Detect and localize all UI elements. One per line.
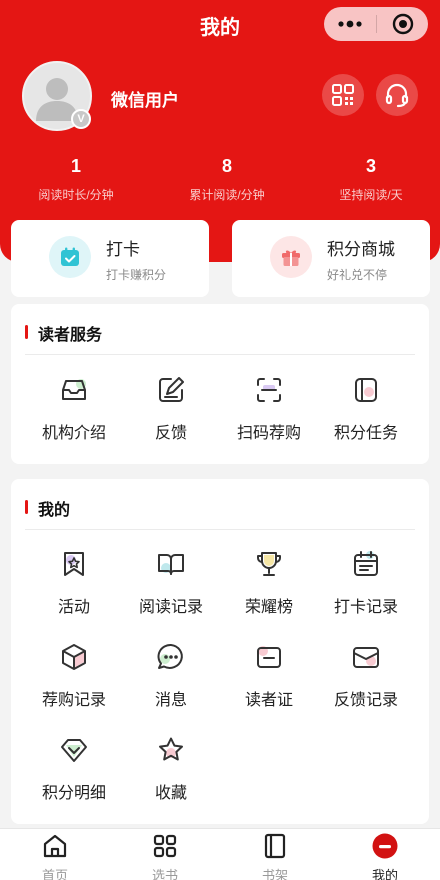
edit-icon — [159, 377, 184, 402]
stat-streak-days: 3 坚持阅读/天 — [298, 154, 440, 203]
service-item-scan-recommend[interactable]: 扫码荐购 — [217, 375, 321, 455]
mine-label: 反馈记录 — [333, 692, 398, 709]
profile-icon — [372, 833, 398, 859]
close-target-icon — [392, 13, 413, 35]
service-item-institution[interactable]: 机构介绍 — [22, 375, 126, 455]
home-icon — [43, 834, 67, 858]
tab-label: 书架 — [261, 868, 288, 880]
stat-value: 8 — [221, 156, 232, 176]
mine-label: 活动 — [57, 599, 90, 616]
mine-item-recommend-record[interactable]: 荐购记录 — [22, 642, 126, 722]
service-label: 反馈 — [154, 425, 187, 442]
trophy-icon — [257, 552, 281, 576]
mine-item-checkin-record[interactable]: 打卡记录 — [314, 549, 418, 629]
task-icon — [355, 378, 377, 402]
star-icon — [159, 737, 183, 761]
tab-choose-books[interactable]: 选书 — [110, 829, 220, 880]
checkin-title: 打卡 — [106, 240, 140, 259]
tab-home[interactable]: 首页 — [0, 829, 110, 880]
mine-item-message[interactable]: 消息 — [119, 642, 223, 722]
stat-reading-time: 1 阅读时长/分钟 — [3, 154, 149, 203]
mine-section: 我的 活动 阅读记录 荣耀榜 打卡记录 荐购记录 消息 读者证 反馈记录 积分明… — [11, 479, 429, 824]
tab-label: 我的 — [371, 868, 398, 880]
tab-label: 首页 — [41, 868, 68, 880]
qrcode-button[interactable] — [322, 74, 364, 116]
checkin-subtitle: 打卡赚积分 — [106, 268, 167, 282]
service-label: 扫码荐购 — [236, 425, 301, 442]
qrcode-icon — [332, 84, 354, 106]
bottom-tab-bar: 首页 选书 书架 我的 — [0, 828, 440, 880]
mine-item-feedback-record[interactable]: 反馈记录 — [314, 642, 418, 722]
section-title: 读者服务 — [38, 327, 103, 344]
close-button[interactable] — [377, 7, 428, 41]
mall-title: 积分商城 — [327, 240, 395, 259]
mail-icon — [353, 647, 379, 668]
section-header: 读者服务 — [25, 321, 415, 355]
mine-label: 消息 — [154, 692, 187, 709]
more-button[interactable] — [324, 7, 376, 41]
message-icon — [157, 643, 183, 669]
book-open-icon — [158, 554, 184, 575]
more-dots-icon — [338, 20, 362, 28]
tab-mine[interactable]: 我的 — [330, 829, 440, 880]
mall-icon-wrap — [270, 236, 312, 278]
mall-subtitle: 好礼兑不停 — [327, 268, 388, 282]
section-accent-bar — [25, 325, 28, 339]
mine-label: 荣耀榜 — [244, 599, 293, 616]
activity-icon — [64, 552, 84, 576]
grid-icon — [153, 834, 177, 858]
mine-item-reading-record[interactable]: 阅读记录 — [119, 549, 223, 629]
card-icon — [257, 646, 281, 668]
service-label: 积分任务 — [333, 425, 398, 442]
bookshelf-icon — [264, 833, 286, 859]
service-item-points-task[interactable]: 积分任务 — [314, 375, 418, 455]
mine-label: 打卡记录 — [333, 599, 398, 616]
stat-label: 坚持阅读/天 — [339, 188, 403, 202]
stat-label: 累计阅读/分钟 — [189, 188, 265, 202]
mine-label: 读者证 — [244, 692, 293, 709]
mine-label: 阅读记录 — [138, 599, 203, 616]
mine-item-honor-list[interactable]: 荣耀榜 — [217, 549, 321, 629]
mine-label: 荐购记录 — [41, 692, 106, 709]
inbox-icon — [62, 379, 86, 400]
mine-item-activity[interactable]: 活动 — [22, 549, 126, 629]
points-mall-card[interactable]: 积分商城 好礼兑不停 — [232, 220, 430, 297]
stat-total-reading: 8 累计阅读/分钟 — [154, 154, 300, 203]
tab-bookshelf[interactable]: 书架 — [220, 829, 330, 880]
section-accent-bar — [25, 500, 28, 514]
checkin-icon-wrap — [49, 236, 91, 278]
mine-item-favorites[interactable]: 收藏 — [119, 735, 223, 815]
headset-icon — [385, 83, 409, 108]
calendar-check-icon — [61, 247, 79, 266]
stat-label: 阅读时长/分钟 — [38, 188, 114, 202]
scan-icon — [257, 378, 281, 402]
stat-value: 1 — [70, 156, 81, 176]
mine-item-reader-card[interactable]: 读者证 — [217, 642, 321, 722]
section-header: 我的 — [25, 496, 415, 530]
mini-program-capsule — [324, 7, 428, 41]
reader-services-section: 读者服务 机构介绍 反馈 扫码荐购 积分任务 — [11, 304, 429, 464]
customer-service-button[interactable] — [376, 74, 418, 116]
gift-icon — [282, 250, 300, 266]
verified-badge: V — [71, 109, 91, 129]
diamond-icon — [61, 739, 87, 762]
username: 微信用户 — [111, 91, 179, 110]
mine-item-points-detail[interactable]: 积分明细 — [22, 735, 126, 815]
service-label: 机构介绍 — [41, 425, 106, 442]
tab-label: 选书 — [151, 868, 178, 880]
calendar-icon — [354, 551, 378, 576]
stat-value: 3 — [365, 156, 376, 176]
service-item-feedback[interactable]: 反馈 — [119, 375, 223, 455]
mine-label: 积分明细 — [41, 785, 106, 802]
section-title: 我的 — [38, 502, 71, 519]
box-icon — [62, 644, 86, 670]
mine-label: 收藏 — [154, 785, 187, 802]
checkin-card[interactable]: 打卡 打卡赚积分 — [11, 220, 209, 297]
